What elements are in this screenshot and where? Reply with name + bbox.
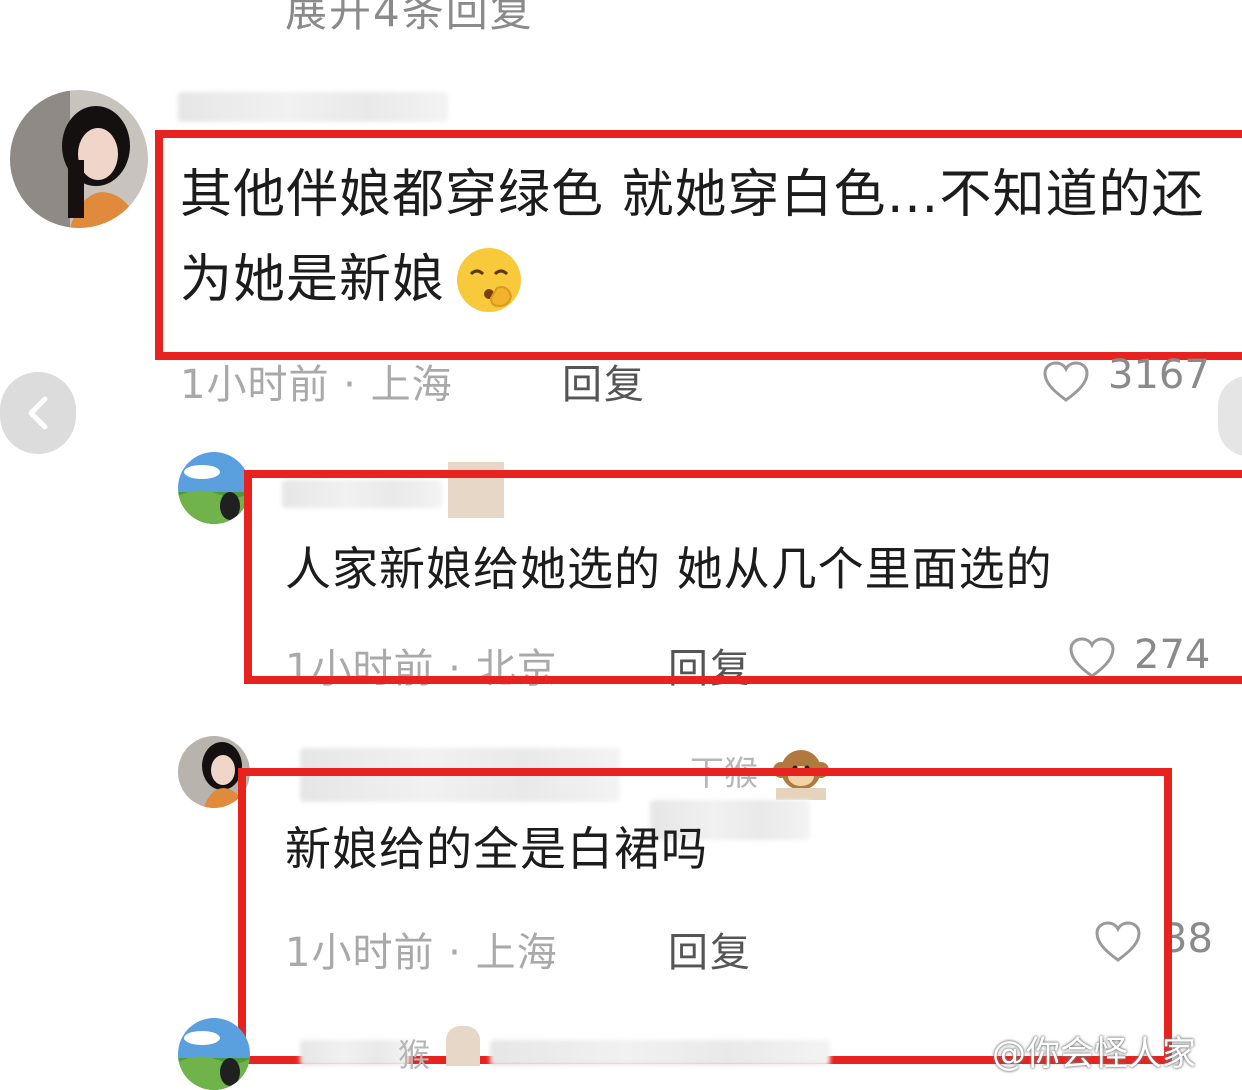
username-partial: 猴 [398,1036,431,1074]
avatar[interactable] [10,90,148,228]
username-blurred [178,92,448,122]
highlight-box-comment1 [155,130,1242,360]
reply-button[interactable]: 回复 [562,352,646,410]
like-count: 3167 [1108,352,1210,398]
next-image-button[interactable] [1218,376,1242,456]
heart-icon[interactable] [1042,360,1090,404]
username-blurred [300,1040,410,1066]
avatar[interactable] [178,452,250,524]
comment-meta: 1小时前 · 上海 [180,362,453,408]
watermark: @你会怪人家 [992,1034,1196,1074]
prev-image-button[interactable] [0,372,76,454]
expand-replies-link[interactable]: 展开4条回复 [285,0,534,39]
highlight-box-reply2 [238,768,1172,1064]
chevron-left-icon [28,396,48,430]
highlight-box-reply1 [244,470,1242,684]
monkey-emoji [446,1026,480,1066]
avatar[interactable] [178,1018,250,1090]
username-blurred [490,1040,830,1066]
